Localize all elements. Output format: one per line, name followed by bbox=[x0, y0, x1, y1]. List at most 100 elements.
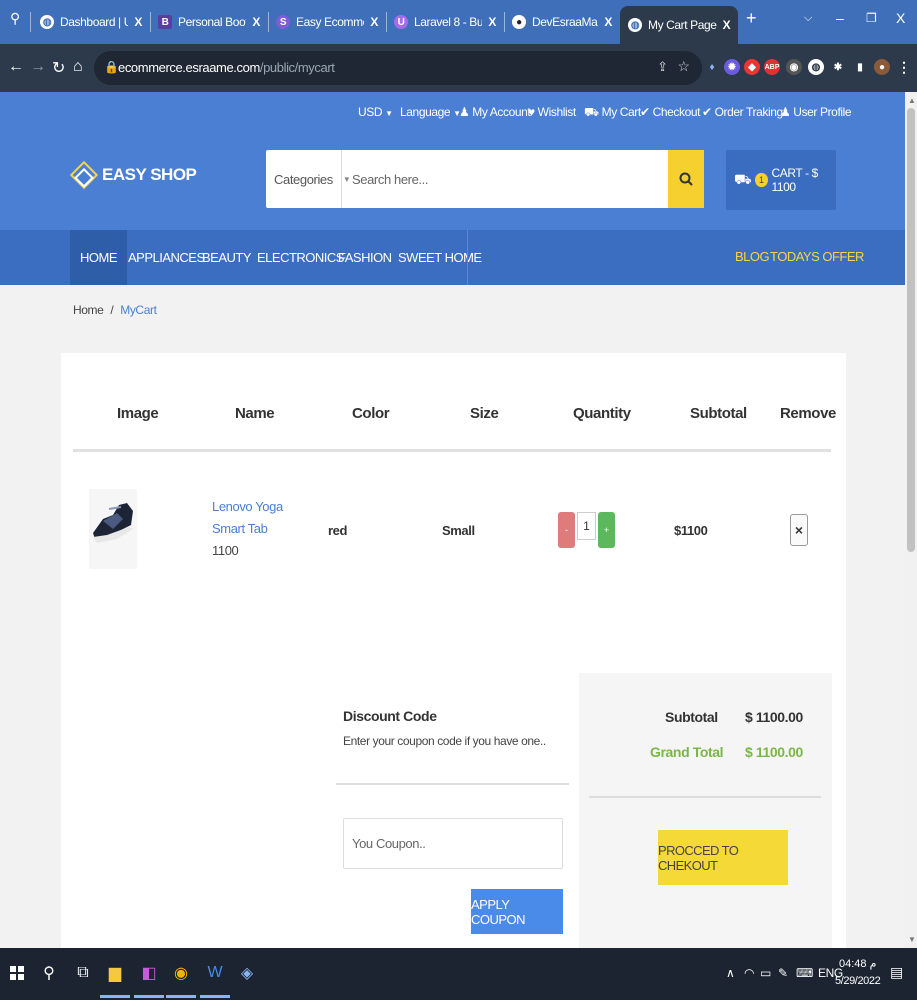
new-tab-button[interactable]: + bbox=[746, 8, 757, 29]
discount-title: Discount Code bbox=[343, 708, 437, 724]
search-input[interactable] bbox=[344, 150, 664, 208]
remove-item-button[interactable]: × bbox=[790, 514, 808, 546]
header-name: Name bbox=[235, 405, 275, 422]
extension-shield-icon[interactable]: ◆ bbox=[744, 59, 760, 75]
word-icon[interactable]: W bbox=[200, 962, 230, 998]
wishlist-link[interactable]: ♥ Wishlist bbox=[528, 105, 576, 119]
reload-icon[interactable]: ↻ bbox=[52, 58, 65, 78]
nav-todays-offer[interactable]: TODAYS OFFER bbox=[770, 249, 864, 264]
my-account-link[interactable]: ♟ My Account bbox=[459, 105, 531, 119]
coupon-input[interactable] bbox=[343, 818, 563, 869]
language-select[interactable]: Language ▼ bbox=[400, 105, 461, 119]
apply-coupon-button[interactable]: APPLY COUPON bbox=[471, 889, 563, 934]
product-color: red bbox=[328, 523, 348, 538]
tray-chevron-icon[interactable]: ∧ bbox=[726, 966, 735, 980]
file-explorer-icon[interactable]: ▆ bbox=[100, 962, 130, 998]
discount-section: Discount Code Enter your coupon code if … bbox=[343, 708, 546, 748]
url-host: ecommerce.esraame.com bbox=[118, 60, 260, 75]
quantity-decrease-button[interactable]: - bbox=[558, 512, 575, 548]
menu-dots-icon[interactable]: ⋮ bbox=[896, 59, 912, 75]
product-image[interactable] bbox=[89, 489, 137, 569]
search-icon[interactable]: ⚲ bbox=[38, 962, 60, 984]
checkout-link[interactable]: ✔ Checkout bbox=[640, 105, 700, 119]
breadcrumb-home[interactable]: Home bbox=[73, 303, 104, 317]
taskbar-clock[interactable]: 04:48 م 5/29/2022 bbox=[835, 956, 881, 990]
tab-list-chevron-icon[interactable]: ⌵ bbox=[804, 12, 812, 25]
discount-subtitle: Enter your coupon code if you have one.. bbox=[343, 734, 546, 748]
cart-count-badge: 1 bbox=[755, 173, 768, 187]
github-icon: ● bbox=[512, 15, 526, 29]
extension-circle-icon[interactable]: ◉ bbox=[786, 59, 802, 75]
quantity-increase-button[interactable]: + bbox=[598, 512, 615, 548]
nav-sweet-home[interactable]: SWEET HOME bbox=[388, 230, 492, 285]
product-name-link[interactable]: Lenovo Yoga bbox=[212, 496, 283, 518]
minimize-button[interactable]: – bbox=[836, 10, 844, 26]
breadcrumb-current: MyCart bbox=[120, 303, 157, 317]
header-size: Size bbox=[470, 405, 499, 422]
scroll-up-arrow-icon[interactable]: ▲ bbox=[908, 96, 916, 105]
logo-diamond-icon bbox=[69, 160, 99, 190]
check-icon: ✔ bbox=[702, 105, 712, 119]
app-pin-icon[interactable]: ◈ bbox=[236, 962, 258, 984]
currency-select[interactable]: USD ▼ bbox=[358, 105, 393, 119]
share-icon[interactable]: ⇪ bbox=[657, 59, 668, 75]
tab-dashboard[interactable]: ◍ Dashboard | Upcube X bbox=[32, 6, 150, 38]
task-view-icon[interactable]: ⧉ bbox=[72, 962, 94, 984]
close-tab-icon[interactable]: X bbox=[482, 15, 496, 29]
close-tab-icon[interactable]: X bbox=[364, 15, 378, 29]
close-tab-icon[interactable]: X bbox=[717, 18, 731, 32]
close-window-button[interactable]: X bbox=[896, 10, 905, 26]
back-icon[interactable]: ← bbox=[8, 58, 24, 76]
forward-icon[interactable]: → bbox=[30, 58, 46, 76]
address-bar[interactable]: 🔒 ecommerce.esraame.com/public/mycart ⇪ … bbox=[94, 51, 702, 85]
battery-icon[interactable]: ▭ bbox=[760, 966, 771, 980]
header-image: Image bbox=[117, 405, 159, 422]
my-cart-link[interactable]: ⛟ My Cart bbox=[584, 105, 641, 121]
side-panel-icon[interactable]: ▮ bbox=[852, 59, 868, 75]
profile-avatar[interactable]: ● bbox=[874, 59, 890, 75]
product-name-link-line2[interactable]: Smart Tab bbox=[212, 518, 283, 540]
totals-panel: Subtotal $ 1100.00 Grand Total $ 1100.00… bbox=[579, 673, 832, 948]
search-button[interactable] bbox=[668, 150, 704, 208]
keyboard-icon[interactable]: ⌨ bbox=[796, 966, 813, 980]
header-cart-button[interactable]: ⛟ 1 CART - $ 1100 bbox=[726, 150, 836, 210]
shoe-image bbox=[93, 503, 133, 543]
browser-tab-bar: ⚲ ◍ Dashboard | Upcube X B Personal Boot… bbox=[0, 0, 917, 44]
nav-blog[interactable]: BLOG bbox=[735, 249, 770, 264]
proceed-to-checkout-button[interactable]: PROCCED TO CHEKOUT bbox=[658, 830, 788, 885]
pen-icon[interactable]: ✎ bbox=[778, 966, 788, 980]
extensions-puzzle-icon[interactable]: ✱ bbox=[830, 59, 846, 75]
tab-search-icon[interactable]: ⚲ bbox=[10, 10, 20, 27]
category-select[interactable]: Categories ▼ bbox=[266, 150, 351, 208]
extension-globe-icon[interactable]: ◍ bbox=[808, 59, 824, 75]
scroll-down-arrow-icon[interactable]: ▼ bbox=[908, 935, 916, 944]
home-icon[interactable]: ⌂ bbox=[73, 58, 83, 76]
chrome-icon[interactable]: ◉ bbox=[166, 962, 196, 998]
user-icon: ♟ bbox=[459, 105, 470, 119]
tab-laravel[interactable]: U Laravel 8 - Build Adv X bbox=[386, 6, 504, 38]
tab-github[interactable]: ● DevEsraaMahmoud/ X bbox=[504, 6, 620, 38]
notifications-icon[interactable]: ▤ bbox=[890, 964, 903, 981]
page-scrollbar[interactable]: ▲ ▼ bbox=[905, 92, 917, 948]
tab-my-cart-page[interactable]: ◍ My Cart Page X bbox=[620, 6, 738, 44]
close-tab-icon[interactable]: X bbox=[128, 15, 142, 29]
close-tab-icon[interactable]: X bbox=[598, 15, 612, 29]
order-tracking-link[interactable]: ✔ Order Traking bbox=[702, 105, 783, 119]
user-profile-link[interactable]: ♟ User Profile bbox=[780, 105, 852, 119]
close-tab-icon[interactable]: X bbox=[246, 15, 260, 29]
tab-easy-ecommerce[interactable]: S Easy Ecommerce Adm X bbox=[268, 6, 386, 38]
adblock-icon[interactable]: ABP bbox=[764, 59, 780, 75]
restore-button[interactable]: ❐ bbox=[866, 11, 877, 25]
windows-start-icon[interactable] bbox=[6, 962, 28, 984]
app-icon[interactable]: ◧ bbox=[134, 962, 164, 998]
quantity-input[interactable]: 1 bbox=[577, 512, 596, 540]
extension-gear-icon[interactable]: ✹ bbox=[724, 59, 740, 75]
extension-pin-icon[interactable]: ♦ bbox=[704, 59, 720, 75]
site-logo[interactable]: EASY SHOP bbox=[69, 160, 197, 190]
tab-personal-bootstrap[interactable]: B Personal Bootstrap T X bbox=[150, 6, 268, 38]
check-icon: ✔ bbox=[640, 105, 650, 119]
bookmark-star-icon[interactable]: ☆ bbox=[677, 58, 690, 75]
cart-total-label: CART - $ 1100 bbox=[771, 166, 819, 194]
wifi-icon[interactable]: ◠ bbox=[744, 966, 754, 980]
scrollbar-thumb[interactable] bbox=[907, 108, 915, 552]
